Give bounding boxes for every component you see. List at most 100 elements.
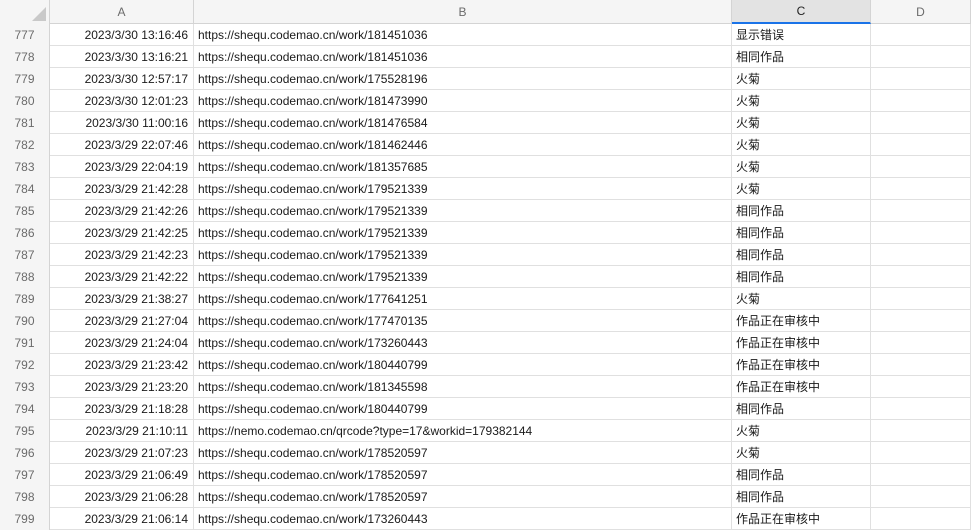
cell-b[interactable]: https://shequ.codemao.cn/work/181473990	[194, 90, 732, 111]
cell-a[interactable]: 2023/3/29 21:06:14	[50, 508, 194, 529]
row-header[interactable]: 789	[0, 288, 50, 310]
cell-c[interactable]: 相同作品	[732, 244, 871, 265]
cell-a[interactable]: 2023/3/29 21:38:27	[50, 288, 194, 309]
cell-a[interactable]: 2023/3/30 11:00:16	[50, 112, 194, 133]
cell-a[interactable]: 2023/3/29 21:23:42	[50, 354, 194, 375]
row-header[interactable]: 797	[0, 464, 50, 486]
cell-a[interactable]: 2023/3/29 21:07:23	[50, 442, 194, 463]
cell-a[interactable]: 2023/3/29 21:42:25	[50, 222, 194, 243]
cell-b[interactable]: https://nemo.codemao.cn/qrcode?type=17&w…	[194, 420, 732, 441]
row-header[interactable]: 790	[0, 310, 50, 332]
cell-c[interactable]: 火菊	[732, 288, 871, 309]
row-header[interactable]: 780	[0, 90, 50, 112]
cell-d[interactable]	[871, 244, 971, 265]
cell-b[interactable]: https://shequ.codemao.cn/work/181451036	[194, 24, 732, 45]
cell-b[interactable]: https://shequ.codemao.cn/work/178520597	[194, 442, 732, 463]
cell-d[interactable]	[871, 90, 971, 111]
cell-c[interactable]: 相同作品	[732, 266, 871, 287]
column-header-b[interactable]: B	[194, 0, 732, 24]
cell-b[interactable]: https://shequ.codemao.cn/work/177641251	[194, 288, 732, 309]
column-header-d[interactable]: D	[871, 0, 971, 24]
cell-a[interactable]: 2023/3/29 21:27:04	[50, 310, 194, 331]
cell-b[interactable]: https://shequ.codemao.cn/work/173260443	[194, 332, 732, 353]
cell-d[interactable]	[871, 68, 971, 89]
cell-d[interactable]	[871, 398, 971, 419]
cell-c[interactable]: 火菊	[732, 156, 871, 177]
cell-d[interactable]	[871, 266, 971, 287]
cell-d[interactable]	[871, 442, 971, 463]
cell-a[interactable]: 2023/3/29 22:04:19	[50, 156, 194, 177]
cell-c[interactable]: 相同作品	[732, 486, 871, 507]
cell-d[interactable]	[871, 420, 971, 441]
cell-d[interactable]	[871, 354, 971, 375]
cell-a[interactable]: 2023/3/29 22:07:46	[50, 134, 194, 155]
cell-d[interactable]	[871, 486, 971, 507]
cell-b[interactable]: https://shequ.codemao.cn/work/179521339	[194, 222, 732, 243]
row-header[interactable]: 794	[0, 398, 50, 420]
cell-d[interactable]	[871, 112, 971, 133]
cell-c[interactable]: 相同作品	[732, 200, 871, 221]
cell-a[interactable]: 2023/3/29 21:10:11	[50, 420, 194, 441]
cell-c[interactable]: 作品正在审核中	[732, 310, 871, 331]
cell-b[interactable]: https://shequ.codemao.cn/work/179521339	[194, 244, 732, 265]
cell-a[interactable]: 2023/3/29 21:06:28	[50, 486, 194, 507]
cell-c[interactable]: 火菊	[732, 420, 871, 441]
select-all-corner[interactable]	[0, 0, 50, 24]
column-header-c[interactable]: C	[732, 0, 871, 24]
cell-b[interactable]: https://shequ.codemao.cn/work/181357685	[194, 156, 732, 177]
cell-d[interactable]	[871, 134, 971, 155]
cell-c[interactable]: 作品正在审核中	[732, 332, 871, 353]
row-header[interactable]: 793	[0, 376, 50, 398]
cell-b[interactable]: https://shequ.codemao.cn/work/181345598	[194, 376, 732, 397]
cell-a[interactable]: 2023/3/29 21:42:28	[50, 178, 194, 199]
cell-a[interactable]: 2023/3/29 21:42:26	[50, 200, 194, 221]
column-header-a[interactable]: A	[50, 0, 194, 24]
cell-b[interactable]: https://shequ.codemao.cn/work/180440799	[194, 354, 732, 375]
row-header[interactable]: 795	[0, 420, 50, 442]
row-header[interactable]: 781	[0, 112, 50, 134]
cell-d[interactable]	[871, 46, 971, 67]
cell-a[interactable]: 2023/3/29 21:06:49	[50, 464, 194, 485]
cell-b[interactable]: https://shequ.codemao.cn/work/177470135	[194, 310, 732, 331]
cell-b[interactable]: https://shequ.codemao.cn/work/179521339	[194, 178, 732, 199]
cell-d[interactable]	[871, 200, 971, 221]
row-header[interactable]: 788	[0, 266, 50, 288]
cell-c[interactable]: 火菊	[732, 134, 871, 155]
cell-d[interactable]	[871, 332, 971, 353]
row-header[interactable]: 786	[0, 222, 50, 244]
row-header[interactable]: 787	[0, 244, 50, 266]
cell-a[interactable]: 2023/3/29 21:18:28	[50, 398, 194, 419]
cell-d[interactable]	[871, 376, 971, 397]
row-header[interactable]: 778	[0, 46, 50, 68]
cell-c[interactable]: 相同作品	[732, 398, 871, 419]
cell-c[interactable]: 作品正在审核中	[732, 354, 871, 375]
cell-a[interactable]: 2023/3/29 21:24:04	[50, 332, 194, 353]
cell-c[interactable]: 火菊	[732, 90, 871, 111]
cell-c[interactable]: 相同作品	[732, 46, 871, 67]
cell-b[interactable]: https://shequ.codemao.cn/work/179521339	[194, 266, 732, 287]
cell-d[interactable]	[871, 24, 971, 45]
cell-b[interactable]: https://shequ.codemao.cn/work/180440799	[194, 398, 732, 419]
cell-c[interactable]: 火菊	[732, 178, 871, 199]
row-header[interactable]: 791	[0, 332, 50, 354]
cell-b[interactable]: https://shequ.codemao.cn/work/181462446	[194, 134, 732, 155]
row-header[interactable]: 799	[0, 508, 50, 530]
cell-b[interactable]: https://shequ.codemao.cn/work/181451036	[194, 46, 732, 67]
cell-d[interactable]	[871, 508, 971, 529]
cell-a[interactable]: 2023/3/29 21:23:20	[50, 376, 194, 397]
row-header[interactable]: 798	[0, 486, 50, 508]
cell-d[interactable]	[871, 288, 971, 309]
row-header[interactable]: 779	[0, 68, 50, 90]
cell-a[interactable]: 2023/3/29 21:42:22	[50, 266, 194, 287]
cell-c[interactable]: 火菊	[732, 112, 871, 133]
cell-c[interactable]: 作品正在审核中	[732, 376, 871, 397]
cell-b[interactable]: https://shequ.codemao.cn/work/175528196	[194, 68, 732, 89]
cell-a[interactable]: 2023/3/30 13:16:46	[50, 24, 194, 45]
row-header[interactable]: 777	[0, 24, 50, 46]
cell-a[interactable]: 2023/3/30 13:16:21	[50, 46, 194, 67]
cell-b[interactable]: https://shequ.codemao.cn/work/178520597	[194, 464, 732, 485]
cell-c[interactable]: 显示错误	[732, 24, 871, 45]
row-header[interactable]: 784	[0, 178, 50, 200]
row-header[interactable]: 785	[0, 200, 50, 222]
cell-c[interactable]: 作品正在审核中	[732, 508, 871, 529]
